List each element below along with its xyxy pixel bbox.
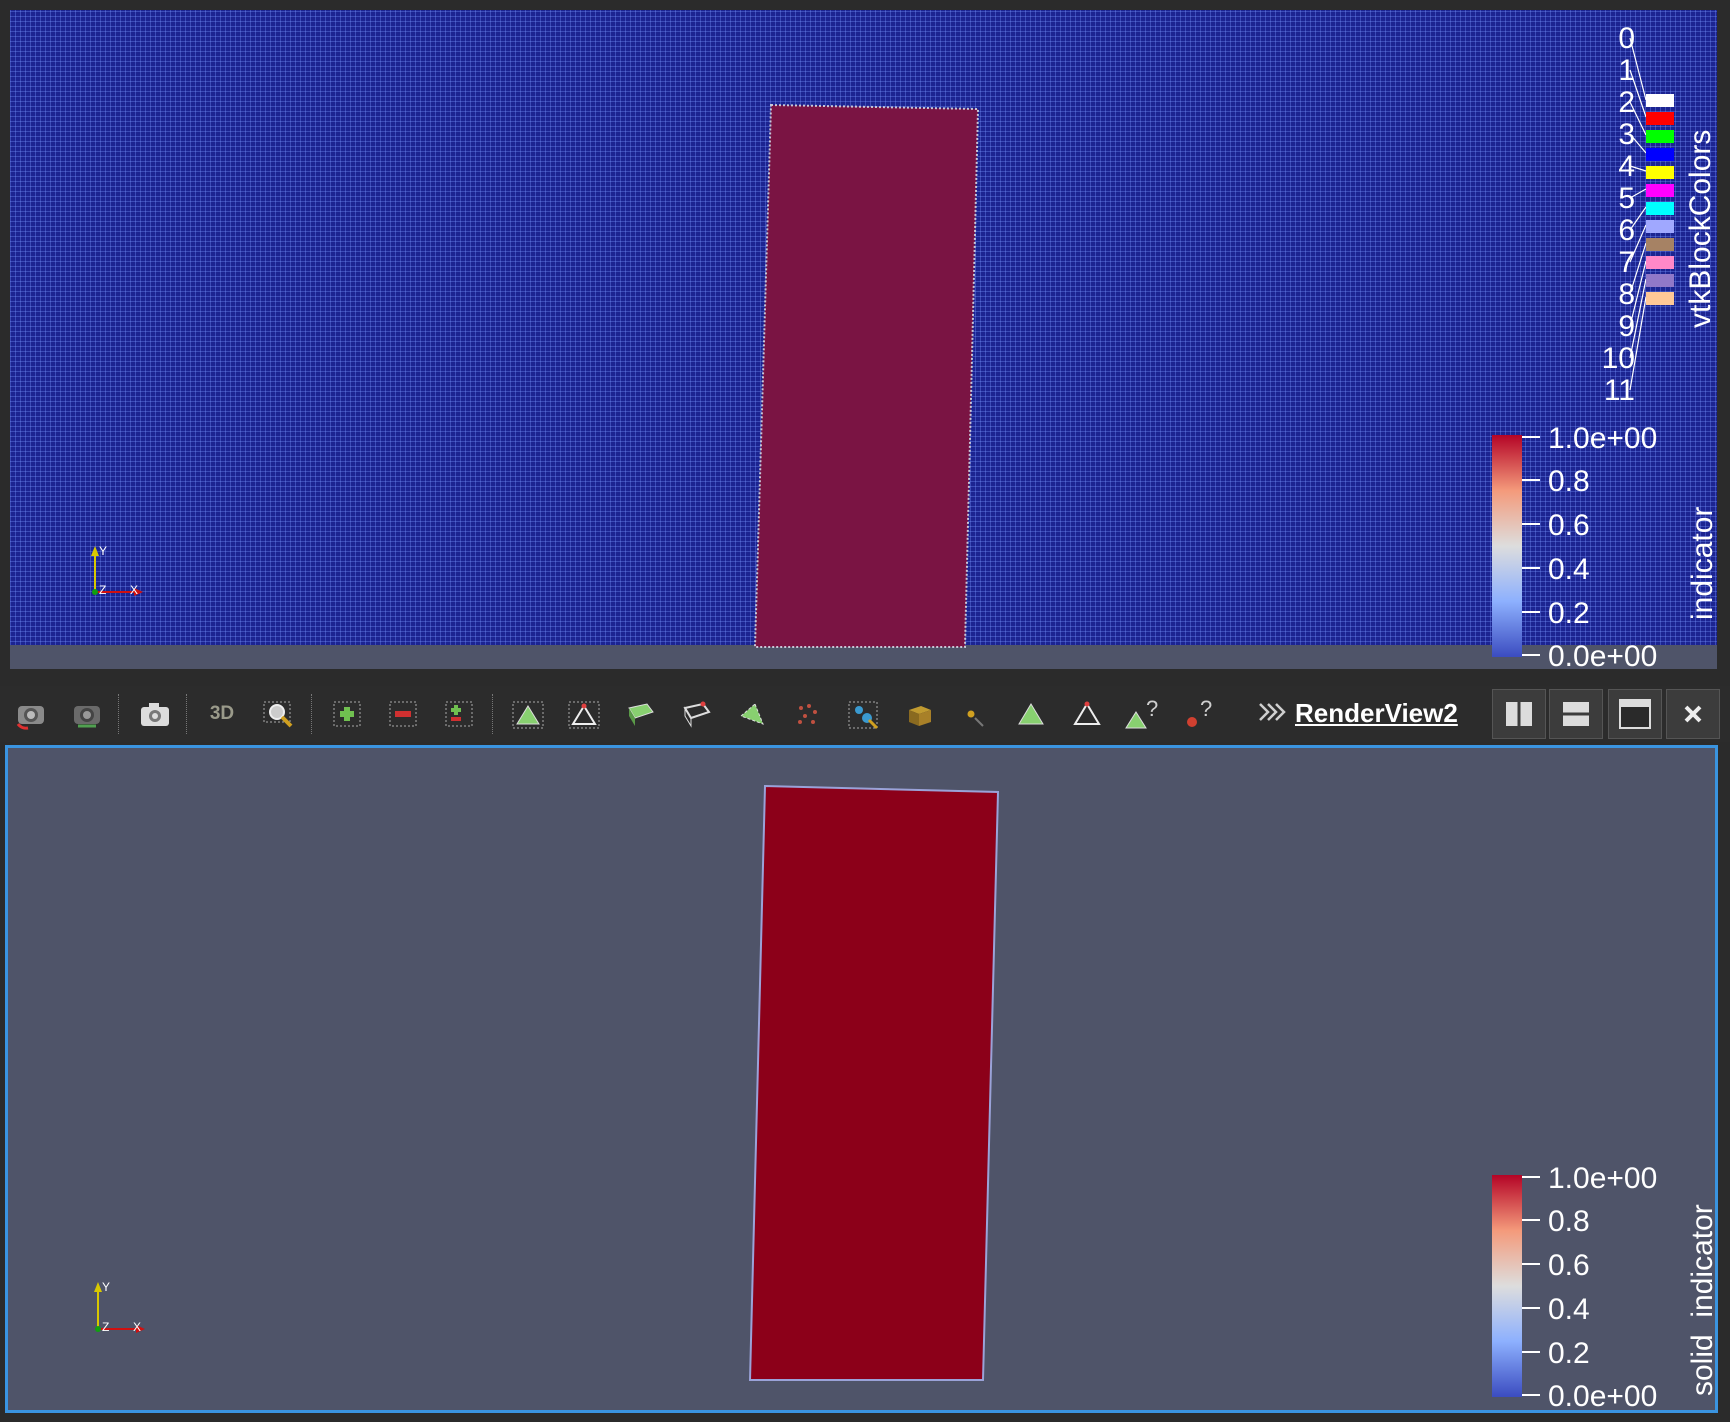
block-label: 9	[1618, 310, 1635, 343]
scalar-tick: 0.0e+00	[1548, 640, 1657, 669]
hover-points-tooltip-icon[interactable]: ?	[1180, 695, 1220, 733]
interactive-select-cells-icon[interactable]	[900, 695, 940, 733]
split-horizontal-button[interactable]	[1492, 689, 1546, 739]
scalar-tick: 0.6	[1548, 509, 1590, 542]
block-swatch	[1646, 202, 1674, 215]
add-selection-icon[interactable]	[327, 695, 367, 733]
block-swatch	[1646, 112, 1674, 125]
block-swatch	[1646, 238, 1674, 251]
view-title[interactable]: RenderView2	[1295, 698, 1458, 729]
scalar-tick: 0.2	[1548, 597, 1590, 630]
view2-overlay: Y Z X 1.0e+00 0.8 0.6 0.4 0.2 0.0e+00 so…	[94, 784, 1715, 1410]
more-actions-icon[interactable]	[1256, 698, 1286, 733]
render-view-2[interactable]: Y Z X 1.0e+00 0.8 0.6 0.4 0.2 0.0e+00 so…	[5, 745, 1718, 1413]
block-label: 7	[1618, 246, 1635, 279]
toggle-3d-button[interactable]: 3D	[202, 695, 242, 733]
select-polygon-points-icon[interactable]	[788, 695, 828, 733]
split-horizontal-icon	[1506, 702, 1532, 726]
capture-screenshot-icon[interactable]	[135, 695, 175, 733]
hover-cells-icon[interactable]	[1012, 695, 1052, 733]
svg-text:?: ?	[1200, 698, 1212, 721]
close-button[interactable]	[1666, 689, 1720, 739]
block-swatch	[1646, 256, 1674, 269]
block-legend-title: vtkBlockColors	[1684, 130, 1717, 328]
block-swatch	[1646, 130, 1674, 143]
scalar-tick: 0.4	[1548, 1293, 1590, 1326]
orientation-axes: Y Z X	[91, 544, 143, 597]
zoom-to-box-icon[interactable]	[259, 695, 299, 733]
block-swatch	[1646, 94, 1674, 107]
orientation-axes: Y Z X	[94, 1280, 145, 1334]
remove-selection-icon[interactable]	[383, 695, 423, 733]
block-label: 4	[1618, 150, 1635, 183]
hover-points-icon[interactable]	[1068, 695, 1108, 733]
scalar-bar-indicator	[1492, 435, 1522, 657]
split-vertical-icon	[1563, 702, 1589, 726]
render-view-1[interactable]: Y Z X 0 1 2 3 4 5 6 7 8 9 10 11 vtkBlock…	[10, 10, 1717, 669]
block-swatch	[1646, 184, 1674, 197]
axis-label-z: Z	[102, 1320, 109, 1334]
view1-overlay: Y Z X 0 1 2 3 4 5 6 7 8 9 10 11 vtkBlock…	[91, 22, 1717, 669]
axis-label-z: Z	[99, 583, 106, 597]
axis-label-y: Y	[102, 1280, 110, 1294]
maximize-button[interactable]	[1608, 689, 1662, 739]
reset-camera-icon[interactable]	[11, 695, 51, 733]
select-polygon-cells-icon[interactable]	[732, 695, 772, 733]
select-points-on-icon[interactable]	[564, 695, 604, 733]
block-label: 2	[1618, 86, 1635, 119]
block-swatch	[1646, 274, 1674, 287]
axis-label-y: Y	[99, 544, 107, 558]
block-label: 10	[1602, 342, 1635, 375]
scalar-tick: 1.0e+00	[1548, 422, 1657, 455]
block-label: 5	[1618, 182, 1635, 215]
view-toolbar: 3D ? ? RenderView2	[0, 686, 1730, 742]
axis-label-x: X	[130, 583, 138, 597]
scalar-tick: 0.0e+00	[1548, 1380, 1657, 1410]
interactive-select-points-icon[interactable]	[956, 695, 996, 733]
select-block-icon[interactable]	[844, 695, 884, 733]
select-points-frustum-icon[interactable]	[676, 695, 716, 733]
scalar-bar-title: solid_indicator	[1686, 1204, 1715, 1396]
select-cells-frustum-icon[interactable]	[620, 695, 660, 733]
split-vertical-button[interactable]	[1549, 689, 1603, 739]
block-label: 8	[1618, 278, 1635, 311]
scalar-bar-title: indicator	[1686, 507, 1717, 620]
block-label: 1	[1618, 54, 1635, 87]
block-swatch	[1646, 166, 1674, 179]
toggle-selection-icon[interactable]	[439, 695, 479, 733]
block-label: 3	[1618, 118, 1635, 151]
solid-block-mesh	[753, 103, 980, 648]
block-swatch	[1646, 148, 1674, 161]
scalar-tick: 0.8	[1548, 465, 1590, 498]
scalar-tick: 0.8	[1548, 1205, 1590, 1238]
scalar-bar-solid-indicator	[1492, 1175, 1522, 1397]
scalar-tick: 0.2	[1548, 1337, 1590, 1370]
axis-label-x: X	[133, 1320, 141, 1334]
solid-block	[748, 784, 1000, 1381]
svg-text:?: ?	[1146, 698, 1158, 721]
block-legend-swatches	[1646, 94, 1674, 305]
hover-cells-tooltip-icon[interactable]: ?	[1124, 695, 1164, 733]
close-icon	[1684, 705, 1702, 723]
maximize-icon	[1619, 699, 1651, 729]
block-label: 6	[1618, 214, 1635, 247]
scalar-tick: 0.6	[1548, 1249, 1590, 1282]
block-label: 0	[1618, 22, 1635, 55]
scalar-tick: 0.4	[1548, 553, 1590, 586]
toggle-3d-label: 3D	[209, 703, 235, 724]
block-legend-labels: 0 1 2 3 4 5 6 7 8 9 10 11	[1602, 22, 1635, 407]
select-cells-on-icon[interactable]	[508, 695, 548, 733]
block-label: 11	[1604, 374, 1635, 407]
block-swatch	[1646, 292, 1674, 305]
scalar-tick: 1.0e+00	[1548, 1162, 1657, 1195]
zoom-closest-icon[interactable]	[67, 695, 107, 733]
block-swatch	[1646, 220, 1674, 233]
